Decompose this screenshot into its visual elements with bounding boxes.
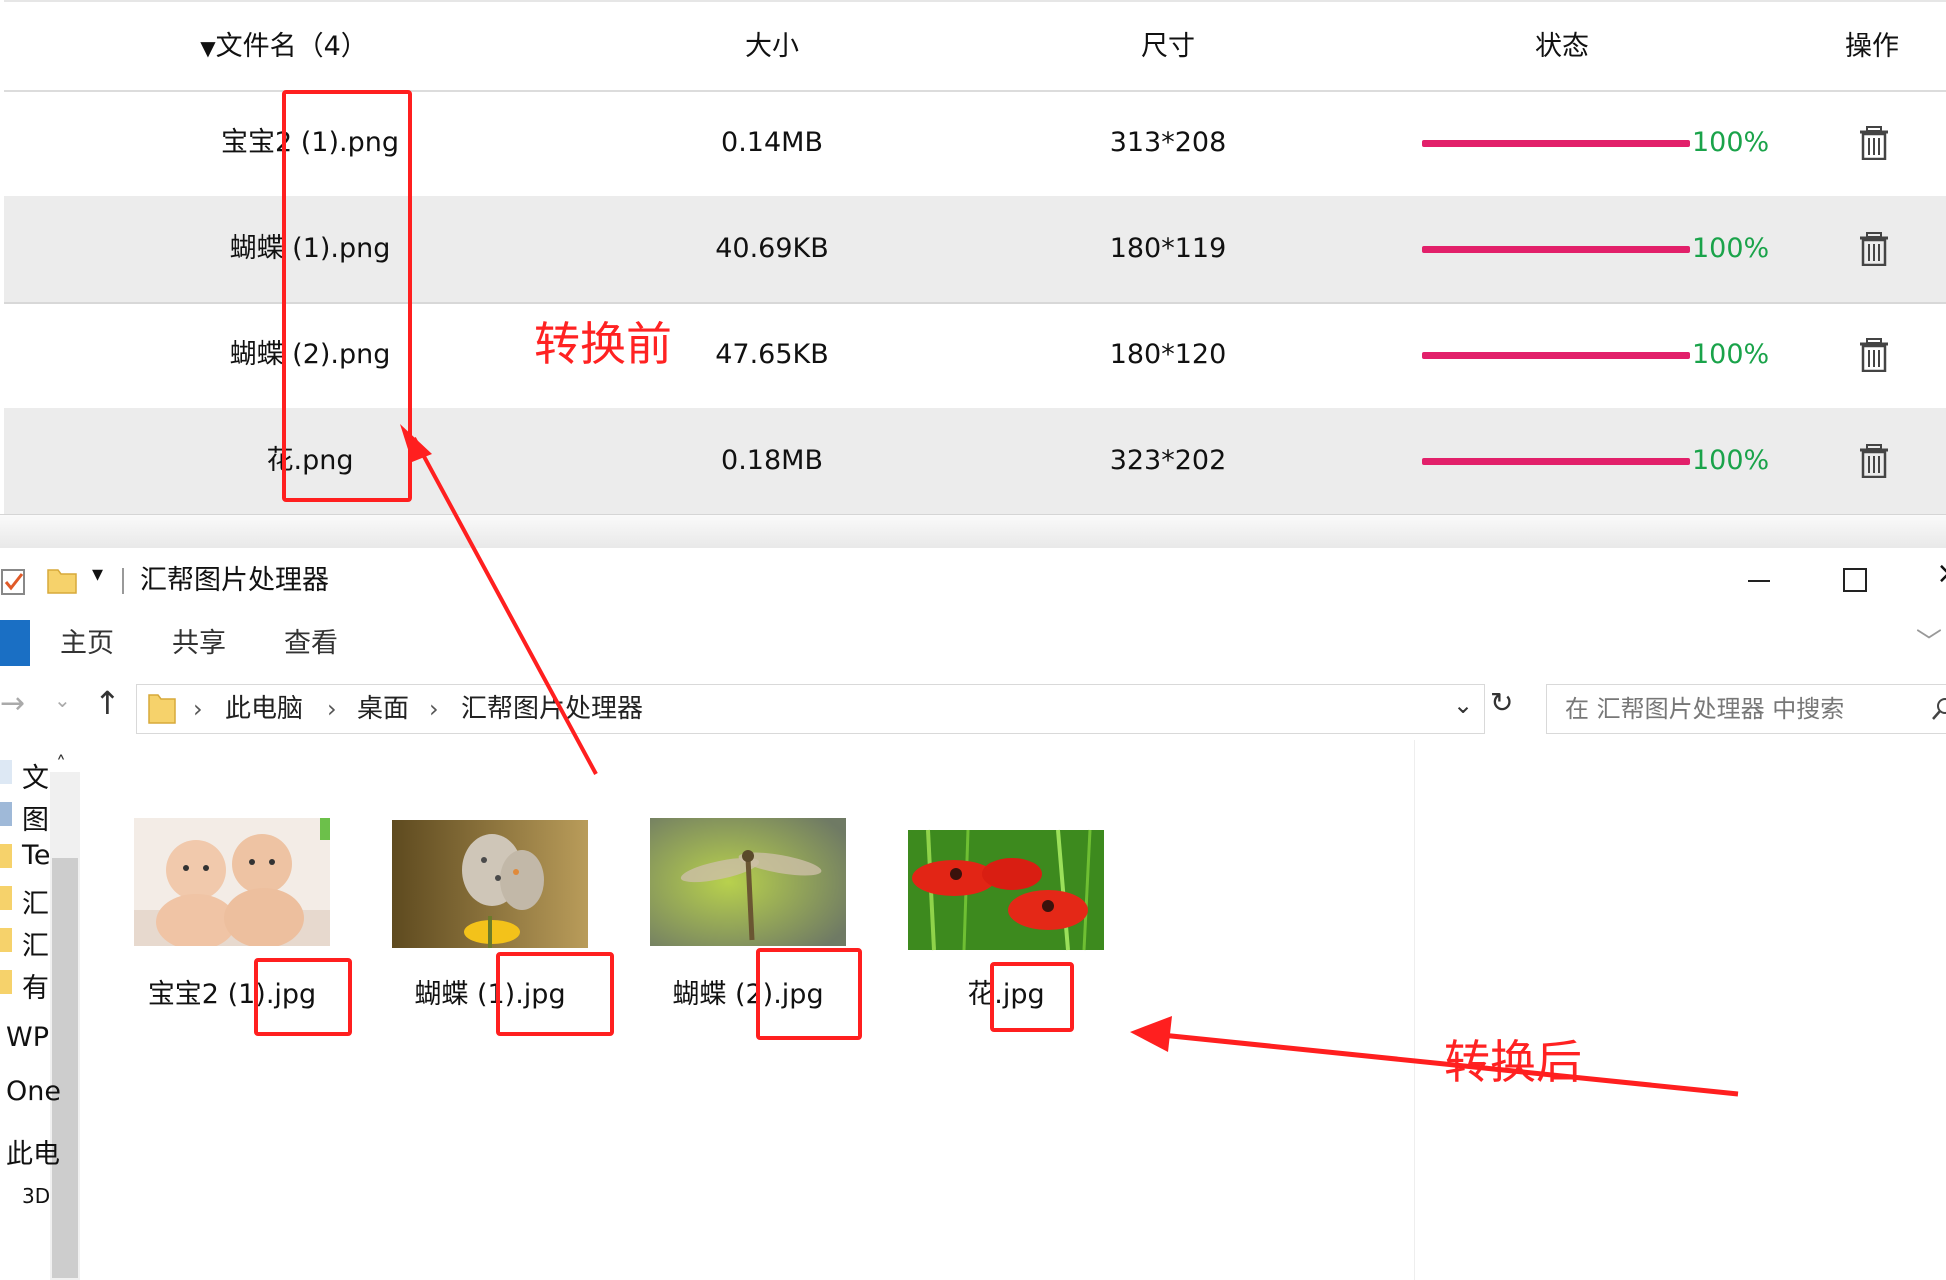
- arrow-head-icon: [1130, 1016, 1172, 1052]
- arrow-to-png-files: [412, 437, 598, 775]
- annotation-arrows: [400, 424, 1739, 1097]
- arrow-head-icon: [400, 424, 432, 462]
- arrow-to-jpg-files: [1151, 1031, 1739, 1097]
